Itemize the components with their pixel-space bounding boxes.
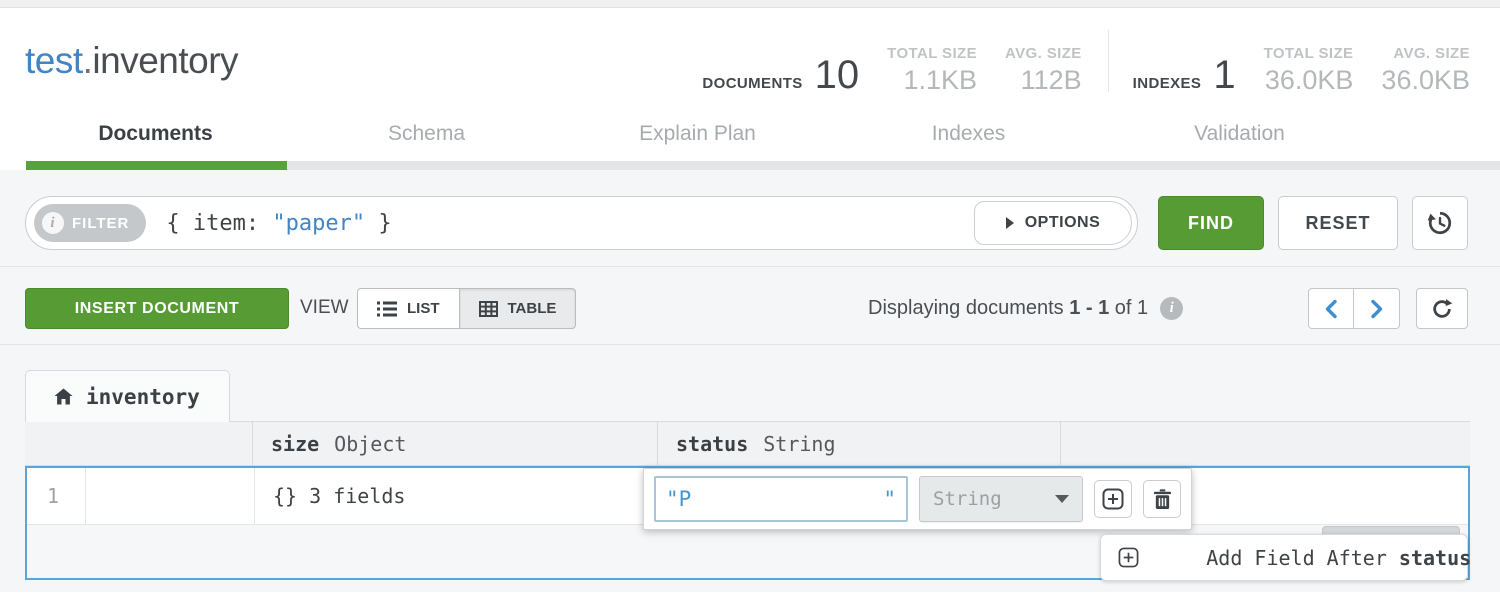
- query-prefix: { item:: [166, 211, 272, 236]
- value-closing-quote: ": [883, 487, 896, 511]
- row-cell-blank[interactable]: [86, 468, 255, 524]
- documents-label: DOCUMENTS: [702, 75, 802, 92]
- add-field-target-name: status: [1399, 546, 1471, 570]
- indexes-avg-size-stat: AVG. SIZE 36.0KB: [1381, 45, 1470, 92]
- add-field-after-menu-item[interactable]: Add Field After status: [1100, 534, 1468, 581]
- displaying-suffix: of 1: [1109, 297, 1148, 320]
- refresh-icon: [1431, 298, 1453, 320]
- value-input[interactable]: "P ": [654, 476, 908, 522]
- query-history-button[interactable]: [1412, 196, 1468, 250]
- indexes-avg-size-value: 36.0KB: [1381, 68, 1470, 92]
- collection-stats: DOCUMENTS 10 TOTAL SIZE 1.1KB AVG. SIZE …: [702, 30, 1470, 92]
- home-icon: [54, 388, 73, 405]
- documents-total-size-label: TOTAL SIZE: [887, 45, 977, 62]
- breadcrumb[interactable]: inventory: [25, 370, 230, 422]
- query-filter-input[interactable]: i FILTER { item: "paper" } OPTIONS: [25, 196, 1138, 250]
- indexes-stat: INDEXES 1: [1133, 59, 1236, 92]
- header-cell-blank-left: [25, 422, 253, 465]
- column-type-status: String: [763, 432, 835, 456]
- reset-button[interactable]: RESET: [1278, 196, 1398, 250]
- next-page-button[interactable]: [1354, 288, 1400, 329]
- documents-count: 10: [815, 59, 860, 92]
- displaying-prefix: Displaying documents: [868, 297, 1069, 320]
- table-header-row: size Object status String: [25, 421, 1470, 466]
- indexes-total-size-value: 36.0KB: [1265, 68, 1354, 92]
- filter-toolbar-divider: [0, 266, 1500, 267]
- indexes-label: INDEXES: [1133, 75, 1202, 92]
- options-expand-icon: [1006, 217, 1014, 229]
- documents-avg-size-stat: AVG. SIZE 112B: [1005, 45, 1082, 92]
- filter-badge: i FILTER: [34, 204, 146, 242]
- compass-collection-view: test.inventory DOCUMENTS 10 TOTAL SIZE 1…: [0, 0, 1500, 592]
- options-button[interactable]: OPTIONS: [974, 201, 1132, 245]
- query-string-value: "paper": [272, 211, 365, 236]
- tab-explain-plan[interactable]: Explain Plan: [562, 112, 833, 156]
- row-number-cell: 1: [27, 468, 86, 524]
- displaying-range: 1 - 1: [1069, 297, 1109, 320]
- pagination-controls: [1308, 288, 1400, 329]
- table-button-label: TABLE: [508, 300, 557, 317]
- column-name-status: status: [676, 432, 748, 456]
- documents-avg-size-label: AVG. SIZE: [1005, 45, 1082, 62]
- add-field-action-text: Add Field After: [1206, 546, 1399, 570]
- collection-name: inventory: [92, 40, 238, 81]
- header-cell-status[interactable]: status String: [658, 422, 1061, 465]
- documents-total-size-stat: TOTAL SIZE 1.1KB: [887, 45, 977, 92]
- row-cell-size[interactable]: {} 3 fields: [255, 468, 659, 524]
- window-top-strip: [0, 0, 1500, 8]
- namespace-title: test.inventory: [25, 40, 238, 82]
- documents-avg-size-value: 112B: [1021, 68, 1082, 92]
- displaying-documents-status: Displaying documents 1 - 1 of 1 i: [868, 288, 1183, 329]
- indexes-total-size-label: TOTAL SIZE: [1264, 45, 1354, 62]
- find-button[interactable]: FIND: [1158, 196, 1264, 250]
- value-input-text: "P: [666, 487, 691, 511]
- displaying-info-icon[interactable]: i: [1160, 297, 1183, 320]
- collection-tabs: Documents Schema Explain Plan Indexes Va…: [20, 112, 1375, 156]
- plus-square-icon: [1118, 499, 1190, 616]
- tab-underline-track: [287, 161, 1500, 170]
- toolbar-content-divider: [0, 344, 1500, 345]
- tab-documents[interactable]: Documents: [20, 112, 291, 156]
- view-label: VIEW: [300, 297, 349, 319]
- chevron-down-icon: [1055, 495, 1069, 503]
- view-switcher: LIST TABLE: [357, 288, 576, 329]
- previous-page-button[interactable]: [1308, 288, 1354, 329]
- type-select-value: String: [933, 488, 1002, 510]
- type-select[interactable]: String: [919, 476, 1083, 522]
- list-button-label: LIST: [407, 300, 440, 317]
- filter-query-text: { item: "paper" }: [166, 211, 391, 236]
- history-icon: [1427, 210, 1453, 236]
- query-suffix: }: [365, 211, 392, 236]
- header-cell-size[interactable]: size Object: [253, 422, 658, 465]
- list-view-icon: [377, 301, 397, 317]
- header-cell-blank-right: [1061, 422, 1470, 465]
- column-type-size: Object: [334, 432, 406, 456]
- tab-indexes[interactable]: Indexes: [833, 112, 1104, 156]
- active-tab-underline: [26, 161, 287, 170]
- column-name-size: size: [271, 432, 319, 456]
- cell-editor-panel: "P " String: [643, 468, 1192, 530]
- breadcrumb-collection-label: inventory: [86, 385, 200, 409]
- filter-badge-label: FILTER: [72, 215, 129, 232]
- indexes-count: 1: [1213, 59, 1235, 92]
- indexes-total-size-stat: TOTAL SIZE 36.0KB: [1264, 45, 1354, 92]
- chevron-left-icon: [1324, 299, 1338, 319]
- tab-validation[interactable]: Validation: [1104, 112, 1375, 156]
- stats-divider: [1108, 30, 1109, 92]
- table-view-icon: [479, 301, 498, 317]
- indexes-avg-size-label: AVG. SIZE: [1393, 45, 1470, 62]
- documents-stat: DOCUMENTS 10: [702, 59, 859, 92]
- tab-schema[interactable]: Schema: [291, 112, 562, 156]
- insert-document-button[interactable]: INSERT DOCUMENT: [25, 288, 289, 329]
- refresh-documents-button[interactable]: [1416, 288, 1468, 329]
- documents-total-size-value: 1.1KB: [903, 68, 977, 92]
- namespace-separator: .: [83, 40, 93, 81]
- chevron-right-icon: [1370, 299, 1384, 319]
- add-field-after-text: Add Field After status: [1206, 546, 1471, 570]
- options-button-label: OPTIONS: [1025, 214, 1101, 232]
- database-name: test: [25, 40, 83, 81]
- filter-info-icon: i: [42, 212, 64, 234]
- view-list-button[interactable]: LIST: [357, 288, 460, 329]
- view-table-button[interactable]: TABLE: [460, 288, 577, 329]
